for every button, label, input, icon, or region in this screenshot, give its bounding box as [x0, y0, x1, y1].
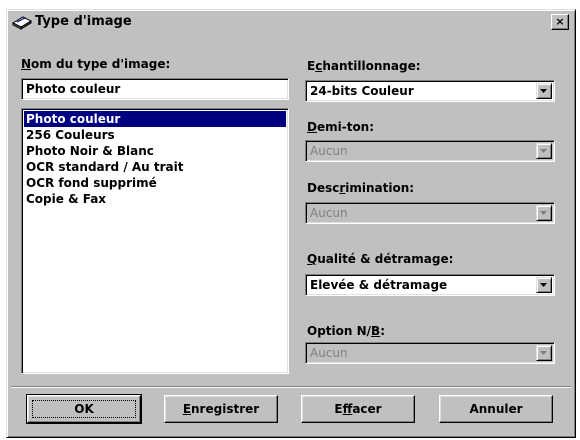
quality-value: Elevée & détramage — [310, 278, 448, 292]
separator — [11, 386, 571, 388]
chevron-down-icon — [540, 283, 547, 287]
bw-option-value: Aucun — [310, 346, 348, 360]
clear-button[interactable]: Effacer — [301, 395, 415, 423]
quality-select[interactable]: Elevée & détramage — [305, 274, 555, 296]
close-button[interactable]: × — [551, 14, 569, 30]
list-item[interactable]: OCR standard / Au trait — [24, 159, 286, 175]
sampling-select[interactable]: 24-bits Couleur — [305, 80, 555, 102]
chevron-down-icon — [540, 211, 547, 215]
list-item[interactable]: Photo Noir & Blanc — [24, 143, 286, 159]
quality-label: Qualité & détramage: — [307, 252, 454, 266]
sampling-value: 24-bits Couleur — [310, 84, 414, 98]
scanner-icon — [11, 14, 33, 30]
chevron-down-icon — [540, 89, 547, 93]
discrimination-label: Descrimination: — [307, 181, 415, 195]
image-type-name-label: Nom du type d'image: — [21, 57, 171, 71]
bw-option-dropdown-button[interactable] — [536, 345, 552, 361]
title-bar[interactable]: Type d'image × — [9, 12, 573, 32]
quality-dropdown-button[interactable] — [536, 277, 552, 293]
bw-option-select[interactable]: Aucun — [305, 342, 555, 364]
discrimination-dropdown-button[interactable] — [536, 205, 552, 221]
close-icon: × — [555, 15, 565, 28]
list-item[interactable]: Copie & Fax — [24, 191, 286, 207]
focus-rectangle — [32, 400, 136, 418]
halftone-dropdown-button[interactable] — [536, 143, 552, 159]
chevron-down-icon — [540, 351, 547, 355]
halftone-select[interactable]: Aucun — [305, 140, 555, 162]
list-item[interactable]: 256 Couleurs — [24, 127, 286, 143]
halftone-label: Demi-ton: — [307, 120, 375, 134]
ok-button[interactable]: OK — [26, 394, 142, 424]
image-type-list[interactable]: Photo couleur 256 Couleurs Photo Noir & … — [21, 108, 289, 374]
image-type-name-input[interactable]: Photo couleur — [21, 78, 289, 100]
cancel-button[interactable]: Annuler — [439, 395, 553, 423]
sampling-dropdown-button[interactable] — [536, 83, 552, 99]
save-button[interactable]: Enregistrer — [164, 395, 278, 423]
bw-option-label: Option N/B: — [307, 324, 385, 338]
window-title: Type d'image — [35, 14, 132, 29]
list-item[interactable]: OCR fond supprimé — [24, 175, 286, 191]
halftone-value: Aucun — [310, 144, 348, 158]
image-type-dialog: Type d'image × Nom du type d'image: Phot… — [6, 9, 576, 438]
list-item[interactable]: Photo couleur — [24, 111, 286, 127]
discrimination-value: Aucun — [310, 206, 348, 220]
chevron-down-icon — [540, 149, 547, 153]
discrimination-select[interactable]: Aucun — [305, 202, 555, 224]
sampling-label: Echantillonnage: — [307, 59, 421, 73]
